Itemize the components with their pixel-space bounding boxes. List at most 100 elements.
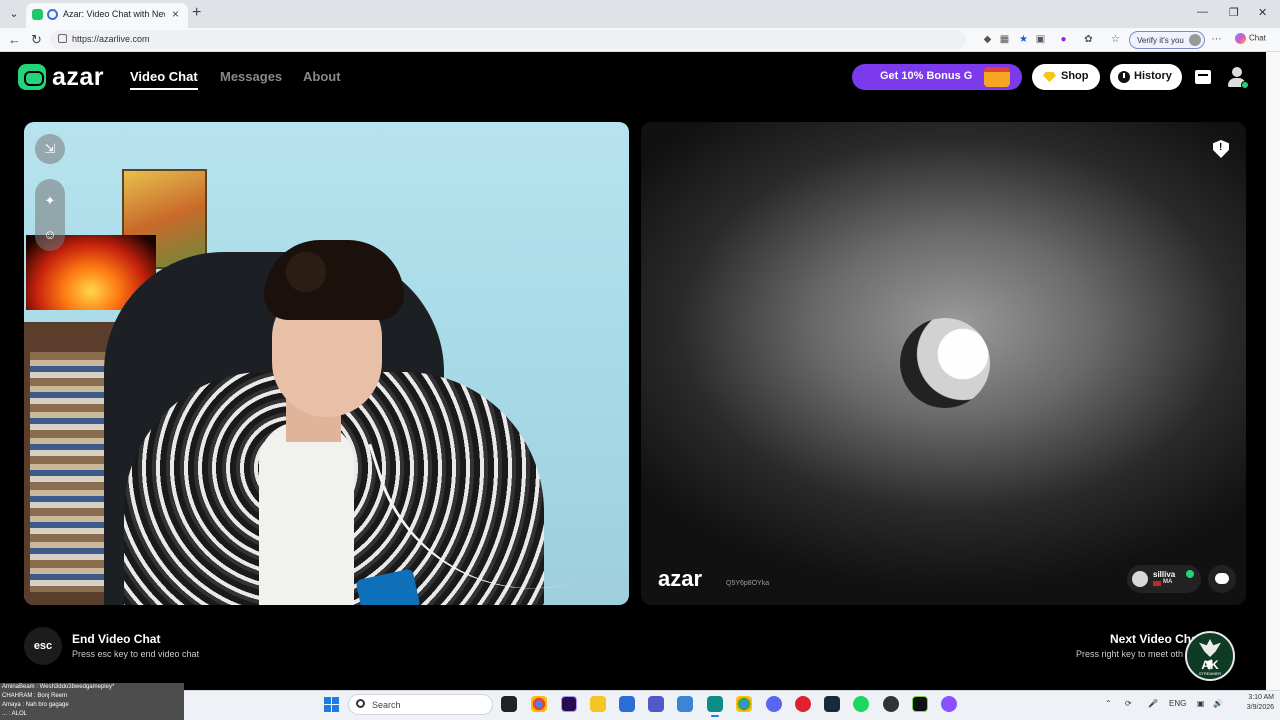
browser-tab-bar: ⌄ Azar: Video Chat with New Pe × + — ❐ ✕ <box>0 0 1280 28</box>
obs-icon[interactable] <box>883 696 899 712</box>
badge-subtext: STREAMER <box>1198 671 1222 676</box>
nav-video-chat[interactable]: Video Chat <box>130 69 198 90</box>
overlay-line: AminaBeam : Wesh3ddo3bwedgamepley* <box>2 684 115 690</box>
reload-icon[interactable]: ↻ <box>31 32 42 48</box>
history-button[interactable]: History <box>1110 64 1182 90</box>
verify-label: Verify it's you <box>1137 36 1184 45</box>
profile-avatar <box>1189 34 1201 46</box>
local-video: ⇲ ✦ ☺ <box>24 122 629 605</box>
person-shirt <box>259 422 354 605</box>
site-info-icon[interactable] <box>58 34 67 43</box>
teams-icon[interactable] <box>648 696 664 712</box>
chrome-profile-icon[interactable] <box>736 696 752 712</box>
back-icon[interactable]: ← <box>8 32 21 47</box>
nav-about[interactable]: About <box>303 69 341 84</box>
taskbar-clock[interactable]: 3:10 AM 3/9/2026 <box>1232 693 1274 713</box>
remote-video: azar Q5Y6p8OYka silliva MA <box>641 122 1246 605</box>
azar-watermark: azar <box>658 566 703 591</box>
user-icon <box>1232 67 1242 77</box>
verified-badge-icon <box>1186 570 1194 578</box>
tray-sync-icon[interactable]: ⟳ <box>1125 699 1132 708</box>
diamond-icon <box>1043 72 1056 82</box>
translate-icon[interactable]: ◆ <box>982 34 993 45</box>
overlay-line: Amaya : Nah bro gagage <box>2 702 69 708</box>
morocco-flag-icon <box>1153 581 1161 586</box>
discord-icon[interactable] <box>766 696 782 712</box>
azar-logo-icon <box>18 64 46 90</box>
more-menu-icon[interactable]: ⋯ <box>1211 34 1222 45</box>
spotify-icon[interactable] <box>853 696 869 712</box>
partner-info-chip[interactable]: silliva MA <box>1127 565 1201 593</box>
task-view-icon[interactable] <box>501 696 517 712</box>
magic-wand-icon[interactable]: ✦ <box>35 193 65 209</box>
windows-start-icon[interactable] <box>324 697 339 712</box>
streamer-logo-badge: AK STREAMER <box>1185 631 1235 681</box>
apps-icon[interactable]: ▦ <box>999 34 1010 45</box>
copilot-icon <box>1235 33 1246 44</box>
steam-icon[interactable] <box>824 696 840 712</box>
app-purple-icon[interactable] <box>941 696 957 712</box>
taskbar-search[interactable]: Search <box>348 694 493 715</box>
extensions-puzzle-icon[interactable]: ✿ <box>1083 34 1094 45</box>
url-field[interactable]: https://azarlive.com <box>50 30 966 49</box>
premiere-icon[interactable] <box>561 696 577 712</box>
eagle-icon <box>1199 639 1221 657</box>
verify-profile-button[interactable]: Verify it's you <box>1129 31 1205 49</box>
favorite-star-icon[interactable]: ★ <box>1018 34 1029 45</box>
terminal-icon[interactable] <box>912 696 928 712</box>
bonus-label: Get 10% Bonus G <box>880 70 973 82</box>
taskbar-search-placeholder: Search <box>372 700 401 710</box>
bonus-banner-button[interactable]: Get 10% Bonus G <box>852 64 1022 90</box>
address-toolbar: ← ↻ https://azarlive.com ◆ ▦ ★ ▣ ● ✿ ☆ V… <box>0 28 1280 52</box>
face-filter-icon[interactable]: ☺ <box>35 227 65 242</box>
shop-label: Shop <box>1061 70 1089 82</box>
copilot-label: Chat <box>1249 33 1266 43</box>
window-close-button[interactable]: ✕ <box>1258 6 1267 19</box>
inbox-icon[interactable] <box>1195 70 1211 84</box>
tab-title: Azar: Video Chat with New Pe <box>63 9 165 19</box>
opera-icon[interactable] <box>795 696 811 712</box>
search-icon <box>356 699 365 708</box>
partner-country: MA <box>1163 579 1173 585</box>
copilot-button[interactable]: Chat <box>1235 33 1266 44</box>
extension-icon[interactable]: ● <box>1058 34 1069 45</box>
file-explorer-icon[interactable] <box>590 696 606 712</box>
edge-icon[interactable] <box>707 696 723 717</box>
clock-icon <box>1118 71 1130 83</box>
language-indicator[interactable]: ENG <box>1169 699 1186 708</box>
end-chat-title[interactable]: End Video Chat <box>72 632 160 646</box>
partner-mini-avatar <box>1132 571 1148 587</box>
report-shield-icon[interactable] <box>1213 140 1229 158</box>
overlay-line: ... : ALOL <box>2 711 28 717</box>
app-icon[interactable] <box>677 696 693 712</box>
profile-button[interactable] <box>1226 64 1249 90</box>
favorites-icon[interactable]: ☆ <box>1110 34 1121 45</box>
partner-avatar <box>900 318 990 408</box>
stream-chat-overlay: AminaBeam : Wesh3ddo3bwedgamepley* CHAHR… <box>0 683 184 720</box>
browser-sidebar <box>1266 52 1280 690</box>
network-icon[interactable]: ▣ <box>1197 699 1205 708</box>
maximize-button[interactable]: ❐ <box>1229 6 1239 19</box>
tray-overflow-icon[interactable]: ⌃ <box>1105 699 1112 708</box>
tab-list-dropdown[interactable]: ⌄ <box>6 6 22 22</box>
store-icon[interactable] <box>619 696 635 712</box>
azar-favicon-icon <box>47 9 58 20</box>
new-tab-button[interactable]: + <box>192 4 201 22</box>
browser-tab[interactable]: Azar: Video Chat with New Pe × <box>26 3 188 28</box>
chat-bubble-icon[interactable] <box>1208 565 1236 593</box>
tab-close-icon[interactable]: × <box>172 7 179 21</box>
clock-time: 3:10 AM <box>1248 694 1274 701</box>
volume-icon[interactable]: 🔊 <box>1213 699 1223 708</box>
end-chat-esc-button[interactable]: esc <box>24 627 62 665</box>
watermark-id: Q5Y6p8OYka <box>726 580 770 587</box>
microphone-icon[interactable]: 🎤 <box>1148 699 1158 708</box>
minimize-button[interactable]: — <box>1197 6 1208 18</box>
whatsapp-favicon-icon <box>32 9 43 20</box>
chrome-icon[interactable] <box>531 696 547 712</box>
nav-messages[interactable]: Messages <box>220 69 282 84</box>
url-text: https://azarlive.com <box>72 34 150 44</box>
clock-date: 3/9/2026 <box>1246 704 1274 711</box>
shrink-video-icon[interactable]: ⇲ <box>35 134 65 164</box>
media-icon[interactable]: ▣ <box>1035 34 1046 45</box>
shop-button[interactable]: Shop <box>1032 64 1100 90</box>
